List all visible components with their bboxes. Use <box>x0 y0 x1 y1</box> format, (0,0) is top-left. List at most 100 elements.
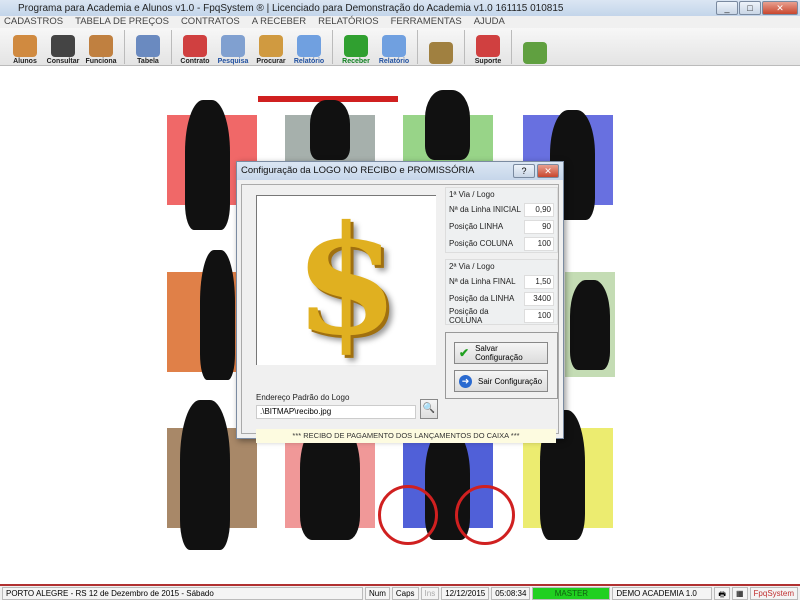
consultar-icon <box>51 35 75 57</box>
field-label: Posição da LINHA <box>449 294 515 303</box>
dollar-logo-icon: $ <box>294 192 399 369</box>
title-bar: Programa para Academia e Alunos v1.0 - F… <box>0 0 800 16</box>
status-user: MASTER <box>532 586 611 600</box>
field-row: Posição da LINHA 3400 <box>446 290 557 307</box>
receber-icon <box>344 35 368 57</box>
toolbar-button-item10[interactable] <box>422 29 460 65</box>
toolbar-label: Procurar <box>256 58 286 65</box>
via1-label: 1ª Via / Logo <box>449 190 495 199</box>
via2-label: 2ª Via / Logo <box>449 262 495 271</box>
check-icon: ✔ <box>459 346 470 360</box>
toolbar-button-pesquisa[interactable]: Pesquisa <box>214 29 252 65</box>
toolbar-button-relatório[interactable]: Relatório <box>375 29 413 65</box>
toolbar-button-suporte[interactable]: Suporte <box>469 29 507 65</box>
status-date: 12/12/2015 <box>441 586 490 600</box>
arrow-right-icon: ➜ <box>459 374 472 388</box>
menu-item[interactable]: CADASTROS <box>4 16 63 28</box>
suporte-icon <box>476 35 500 57</box>
via1-group: 1ª Via / Logo Nª da Linha INICIAL 0,90 Pos… <box>445 187 558 253</box>
exit-config-button[interactable]: ➜ Sair Configuração <box>454 370 548 392</box>
field-label: Posição COLUNA <box>449 239 514 248</box>
toolbar-label: Tabela <box>137 58 159 65</box>
dialog-close-button[interactable]: ✕ <box>537 164 559 178</box>
field-input[interactable]: 100 <box>524 308 554 323</box>
menu-item[interactable]: RELATÓRIOS <box>318 16 379 28</box>
toolbar-label: Relatório <box>378 58 410 65</box>
relatório-icon <box>382 35 406 57</box>
close-button[interactable]: ✕ <box>762 1 798 15</box>
toolbar-separator <box>124 30 125 64</box>
relatório-icon <box>297 35 321 57</box>
field-input[interactable]: 1,50 <box>524 274 554 289</box>
menu-item[interactable]: TABELA DE PREÇOS <box>75 16 169 28</box>
toolbar-button-receber[interactable]: Receber <box>337 29 375 65</box>
toolbar-button-funciona[interactable]: Funciona <box>82 29 120 65</box>
toolbar-separator <box>511 30 512 64</box>
printer-icon[interactable]: 🖶 <box>714 586 730 600</box>
toolbar-button-procurar[interactable]: Procurar <box>252 29 290 65</box>
field-row: Posição da COLUNA 100 <box>446 306 557 325</box>
minimize-button[interactable]: _ <box>716 1 738 15</box>
tool-icon <box>523 42 547 64</box>
status-num: Num <box>364 586 390 600</box>
menu-item[interactable]: CONTRATOS <box>181 16 240 28</box>
field-input[interactable]: 3400 <box>524 291 554 306</box>
logo-path-input[interactable]: .\BITMAP\recibo.jpg <box>256 405 416 419</box>
help-button[interactable]: ? <box>513 164 535 178</box>
procurar-icon <box>259 35 283 57</box>
toolbar-separator <box>417 30 418 64</box>
menu-item[interactable]: A RECEBER <box>252 16 306 28</box>
tabela-icon <box>136 35 160 57</box>
toolbar-button-item12[interactable] <box>516 29 554 65</box>
toolbar-button-consultar[interactable]: Consultar <box>44 29 82 65</box>
status-time: 05:08:34 <box>491 586 531 600</box>
pesquisa-icon <box>221 35 245 57</box>
maximize-button[interactable]: □ <box>739 1 761 15</box>
status-bar: PORTO ALEGRE - RS 12 de Dezembro de 2015… <box>0 584 800 600</box>
toolbar-button-alunos[interactable]: Alunos <box>6 29 44 65</box>
field-row: Nª da Linha INICIAL 0,90 <box>446 201 557 218</box>
funciona-icon <box>89 35 113 57</box>
save-label: Salvar Configuração <box>475 344 523 362</box>
toolbar-label: Relatório <box>293 58 325 65</box>
actions-group: ✔ Salvar Configuração ➜ Sair Configuração <box>445 332 558 399</box>
receipt-note: *** RECIBO DE PAGAMENTO DOS LANÇAMENTOS … <box>256 429 556 443</box>
toolbar: Alunos Consultar Funciona Tabela Contrato Pes… <box>0 28 800 66</box>
browse-search-button[interactable]: 🔍 <box>420 399 438 419</box>
path-label: Endereço Padrão do Logo <box>256 393 350 402</box>
field-label: Posição da COLUNA <box>449 306 489 325</box>
field-row: Nª da Linha FINAL 1,50 <box>446 273 557 290</box>
logo-config-dialog: Configuração da LOGO NO RECIBO e PROMISS… <box>236 161 564 443</box>
toolbar-button-relatório[interactable]: Relatório <box>290 29 328 65</box>
menu-item[interactable]: AJUDA <box>474 16 505 28</box>
status-caps: Caps <box>391 586 419 600</box>
save-config-button[interactable]: ✔ Salvar Configuração <box>454 342 548 364</box>
toolbar-label: Contrato <box>180 58 210 65</box>
field-input[interactable]: 90 <box>524 219 554 234</box>
via2-group: 2ª Via / Logo Nª da Linha FINAL 1,50 Posiç… <box>445 259 558 325</box>
toolbar-button-tabela[interactable]: Tabela <box>129 29 167 65</box>
contrato-icon <box>183 35 207 57</box>
field-input[interactable]: 0,90 <box>524 202 554 217</box>
window-title: Programa para Academia e Alunos v1.0 - F… <box>18 2 564 14</box>
toolbar-label: Funciona <box>85 58 117 65</box>
magnifier-icon: 🔍 <box>422 403 436 414</box>
menu-item[interactable]: FERRAMENTAS <box>391 16 462 28</box>
field-label: Nª da Linha FINAL <box>449 277 516 286</box>
status-brand: FpqSystem <box>749 586 798 600</box>
status-company: DEMO ACADEMIA 1.0 <box>612 586 713 600</box>
field-label: Posição LINHA <box>449 222 504 231</box>
toolbar-button-contrato[interactable]: Contrato <box>176 29 214 65</box>
exit-label: Sair Configuração <box>478 376 543 386</box>
logo-preview-image: $ <box>256 193 436 369</box>
status-ins: Ins <box>420 586 440 600</box>
field-input[interactable]: 100 <box>524 236 554 251</box>
menu-bar: CADASTROS TABELA DE PREÇOS CONTRATOS A RECE… <box>0 16 800 28</box>
toolbar-separator <box>332 30 333 64</box>
toolbar-label: Suporte <box>474 58 502 65</box>
toolbar-separator <box>171 30 172 64</box>
tool-icon <box>429 42 453 64</box>
toolbar-label: Alunos <box>13 58 37 65</box>
field-label: Nª da Linha INICIAL <box>449 205 521 214</box>
calculator-icon[interactable]: ▦ <box>731 586 748 600</box>
